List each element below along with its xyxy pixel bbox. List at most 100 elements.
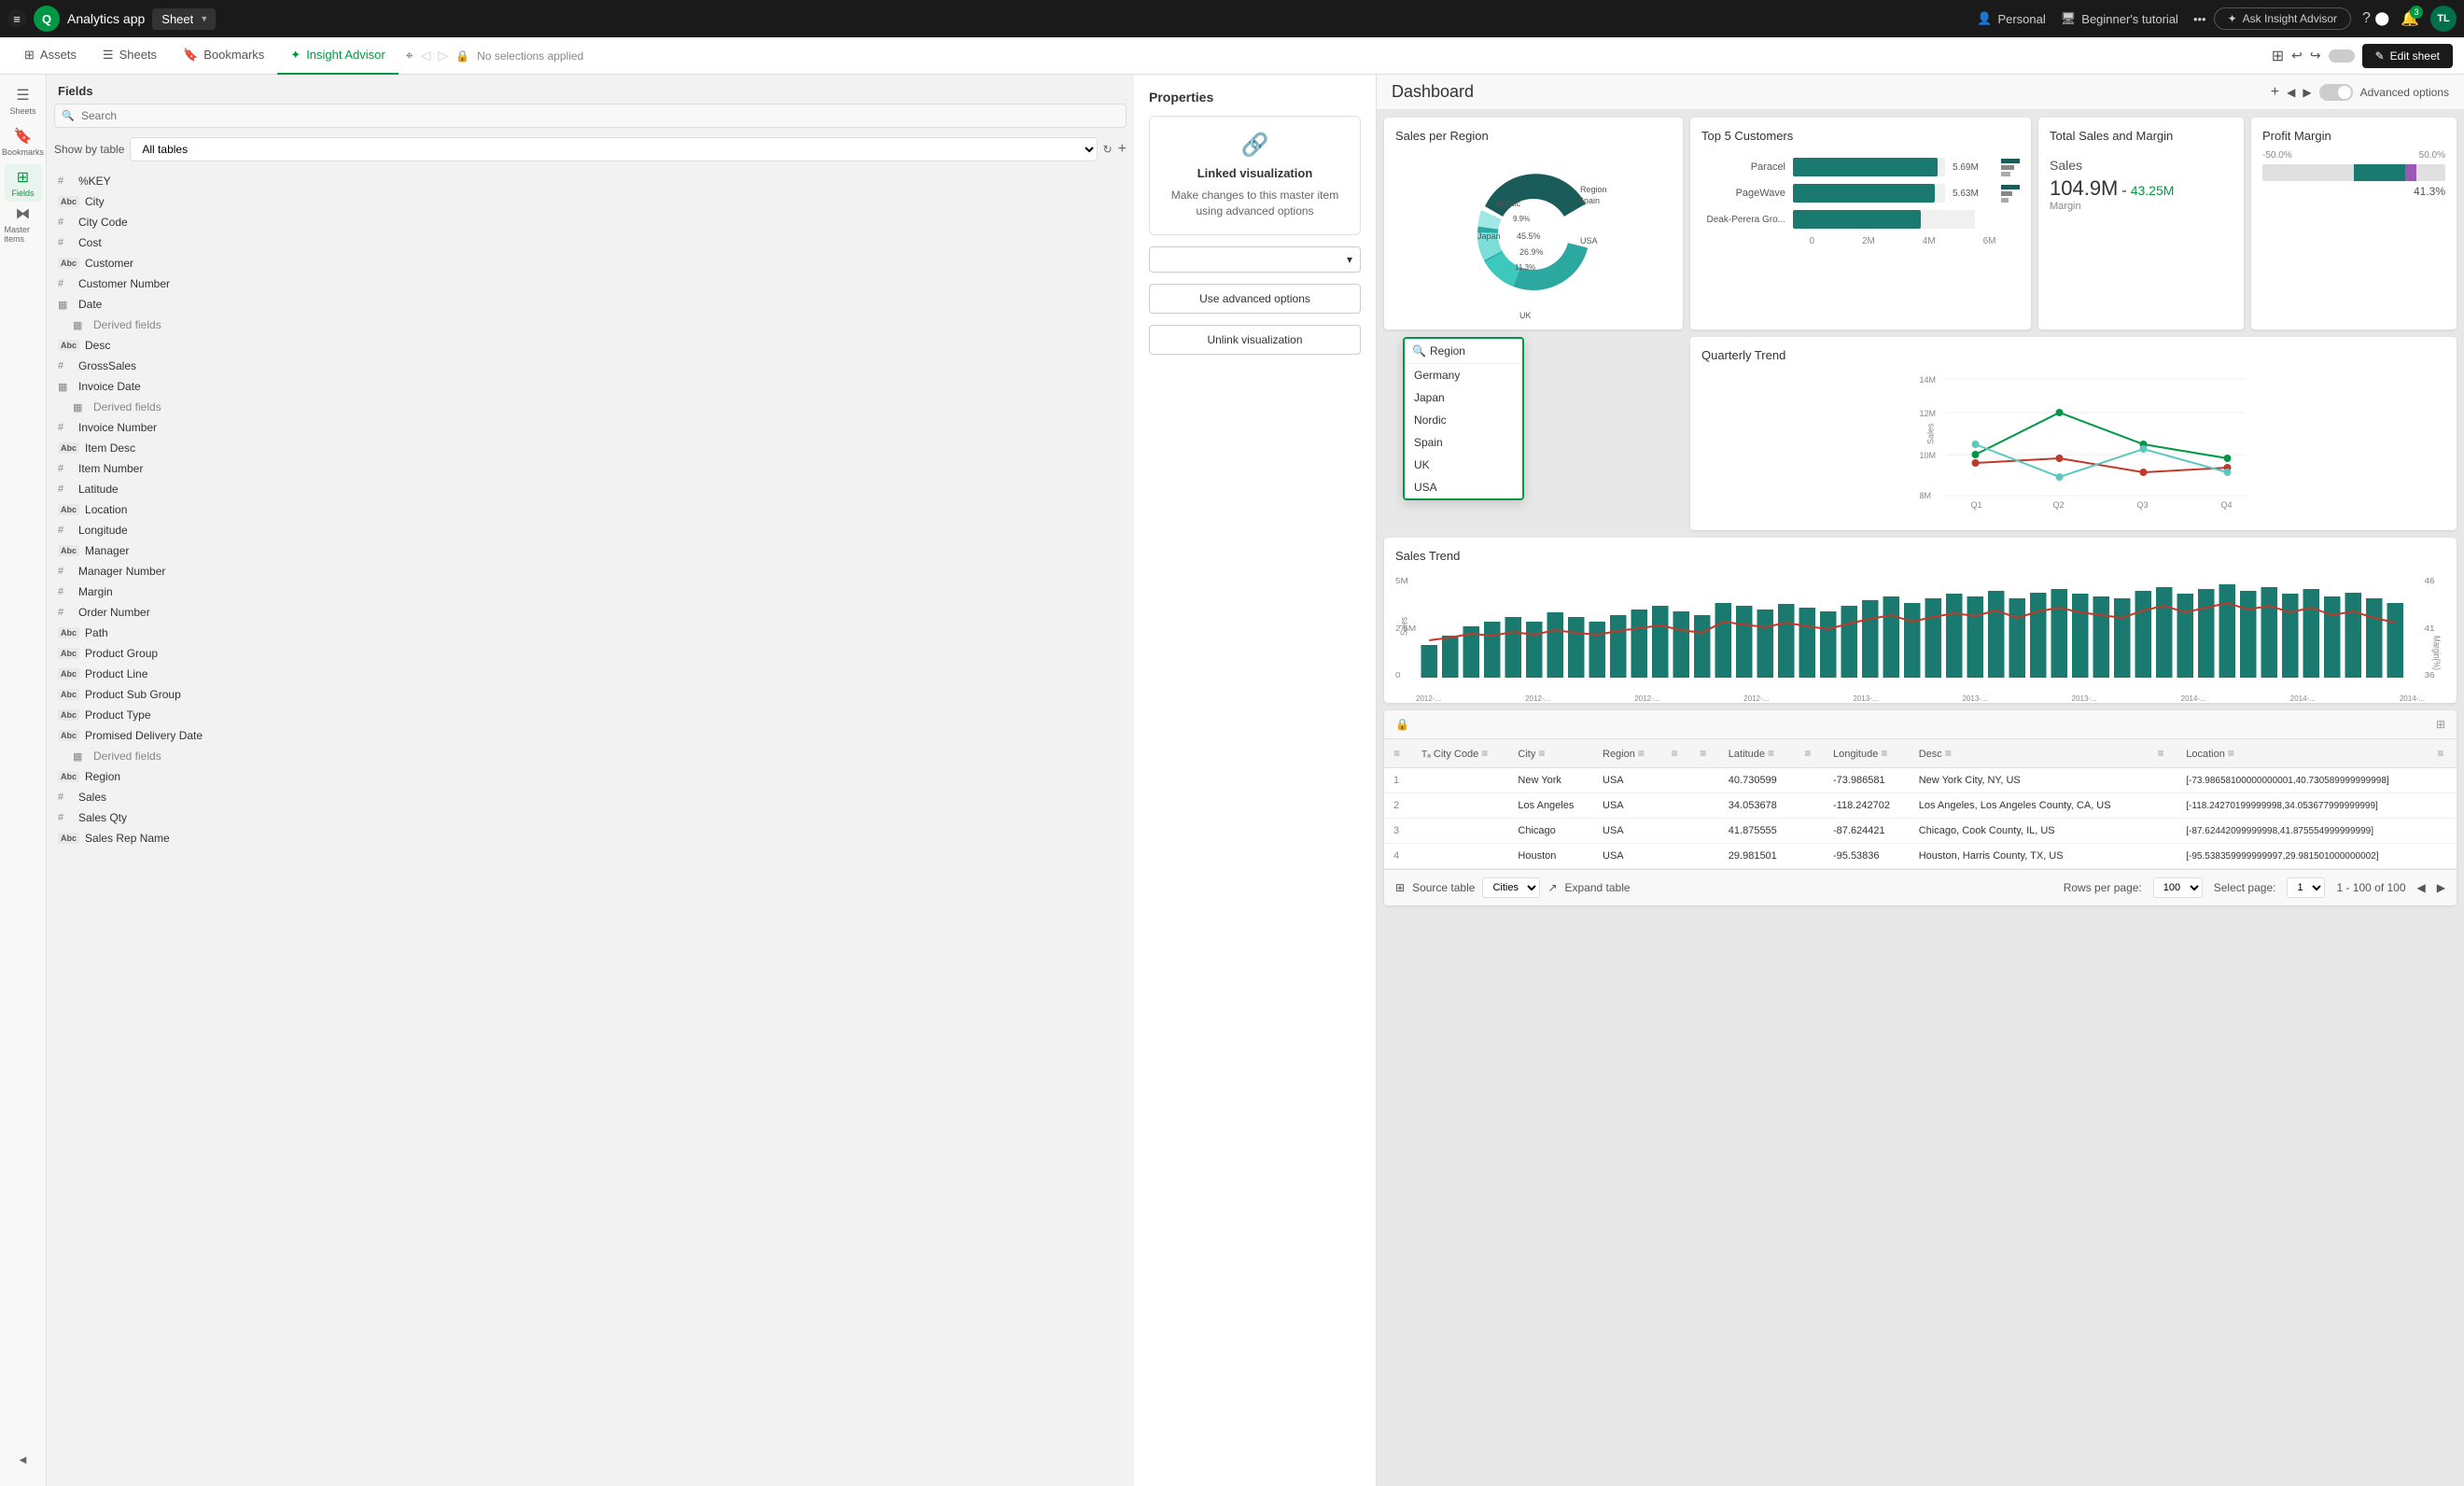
nav-right: ⊞ ↩ ↪ ✎ Edit sheet — [2272, 44, 2453, 68]
col-region-menu[interactable]: ≡ — [1638, 747, 1645, 760]
personal-item[interactable]: 👤 Personal — [1977, 11, 2046, 26]
nav-bookmarks[interactable]: 🔖 Bookmarks — [170, 37, 277, 75]
col-desc-header[interactable]: Desc ≡ — [1910, 739, 2149, 768]
redo-icon[interactable]: ↪ — [2310, 48, 2321, 63]
prev-icon[interactable]: ◀ — [2287, 86, 2295, 99]
field-longitude[interactable]: # Longitude — [47, 520, 1134, 540]
region-nordic[interactable]: Nordic — [1405, 409, 1522, 431]
advanced-toggle[interactable] — [2319, 84, 2353, 101]
col-city-header[interactable]: City ≡ — [1508, 739, 1593, 768]
col-latitude-header[interactable]: Latitude ≡ — [1719, 739, 1796, 768]
region-uk[interactable]: UK — [1405, 454, 1522, 476]
field-customer-number[interactable]: # Customer Number — [47, 273, 1134, 294]
field-invoice-number[interactable]: # Invoice Number — [47, 417, 1134, 438]
sidebar-sheets-icon[interactable]: ☰ Sheets — [5, 82, 42, 119]
region-germany[interactable]: Germany — [1405, 364, 1522, 386]
field-margin[interactable]: # Margin — [47, 582, 1134, 602]
sidebar-master-icon[interactable]: ⧓ Master items — [5, 205, 42, 243]
source-table-select[interactable]: Cities — [1482, 877, 1540, 898]
add-icon[interactable]: + — [2271, 84, 2279, 101]
sheet-dropdown[interactable]: Sheet — [152, 8, 216, 30]
rows-per-page-select[interactable]: 100 — [2153, 877, 2203, 898]
sheet-dropdown-wrap[interactable]: Sheet — [152, 8, 216, 30]
sidebar-collapse-icon[interactable]: ◀ — [5, 1441, 42, 1479]
field-product-type[interactable]: Abc Product Type — [47, 705, 1134, 725]
add-field-icon[interactable]: + — [1118, 141, 1127, 158]
table-row: 3 Chicago USA 41.875555 -87.624421 Chica… — [1384, 819, 2457, 844]
field-derived-3[interactable]: ▦ Derived fields — [62, 746, 1134, 766]
field-item-desc[interactable]: Abc Item Desc — [47, 438, 1134, 458]
field-region[interactable]: Abc Region — [47, 766, 1134, 787]
col-longitude-header[interactable]: Longitude ≡ — [1824, 739, 1910, 768]
field-gross-sales[interactable]: # GrossSales — [47, 356, 1134, 376]
field-key[interactable]: # %KEY — [47, 171, 1134, 191]
field-sales-qty[interactable]: # Sales Qty — [47, 807, 1134, 828]
field-path[interactable]: Abc Path — [47, 623, 1134, 643]
field-sales-rep[interactable]: Abc Sales Rep Name — [47, 828, 1134, 848]
tutorial-item[interactable]: 🖥 Beginner's tutorial — [2061, 11, 2178, 26]
insight-advisor-btn[interactable]: ✦ Ask Insight Advisor — [2214, 7, 2351, 30]
field-order-number[interactable]: # Order Number — [47, 602, 1134, 623]
field-date[interactable]: ▦ Date — [47, 294, 1134, 315]
field-item-number[interactable]: # Item Number — [47, 458, 1134, 479]
field-customer[interactable]: Abc Customer — [47, 253, 1134, 273]
field-product-sub-group[interactable]: Abc Product Sub Group — [47, 684, 1134, 705]
field-cost[interactable]: # Cost — [47, 232, 1134, 253]
field-latitude[interactable]: # Latitude — [47, 479, 1134, 499]
page-select[interactable]: 1 — [2287, 877, 2325, 898]
field-product-group[interactable]: Abc Product Group — [47, 643, 1134, 664]
grid-icon[interactable]: ⊞ — [2272, 47, 2284, 65]
fields-search-input[interactable] — [54, 104, 1127, 128]
field-city[interactable]: Abc City — [47, 191, 1134, 212]
next-page-icon[interactable]: ▶ — [2437, 881, 2445, 894]
col-lat-menu[interactable]: ≡ — [1768, 747, 1774, 760]
sidebar-bookmarks-icon[interactable]: 🔖 Bookmarks — [5, 123, 42, 161]
region-japan[interactable]: Japan — [1405, 386, 1522, 409]
undo-icon[interactable]: ↩ — [2291, 48, 2303, 63]
props-dropdown[interactable]: ▾ — [1149, 246, 1361, 273]
field-city-code[interactable]: # City Code — [47, 212, 1134, 232]
toolbar-icon-3[interactable]: ▷ — [438, 48, 448, 63]
col-desc-menu[interactable]: ≡ — [1945, 747, 1952, 760]
unlink-btn[interactable]: Unlink visualization — [1149, 325, 1361, 355]
help-btn[interactable]: ? ⬤ — [2362, 10, 2389, 27]
field-manager[interactable]: Abc Manager — [47, 540, 1134, 561]
field-desc[interactable]: Abc Desc — [47, 335, 1134, 356]
nav-assets[interactable]: ⊞ Assets — [11, 37, 90, 75]
col-city-code-header[interactable]: Tₐ City Code ≡ — [1412, 739, 1508, 768]
more-options[interactable]: ••• — [2193, 12, 2206, 26]
sidebar-fields-icon[interactable]: ⊞ Fields — [5, 164, 42, 202]
col-loc-menu[interactable]: ≡ — [2228, 747, 2234, 760]
field-sales[interactable]: # Sales — [47, 787, 1134, 807]
table-settings-icon[interactable]: ⊞ — [2436, 718, 2445, 731]
field-invoice-date[interactable]: ▦ Invoice Date — [47, 376, 1134, 397]
field-promised-delivery[interactable]: Abc Promised Delivery Date — [47, 725, 1134, 746]
toolbar-icon-2[interactable]: ◁ — [421, 48, 431, 63]
edit-sheet-button[interactable]: ✎ Edit sheet — [2362, 44, 2453, 68]
notification-btn[interactable]: 🔔 3 — [2401, 9, 2419, 28]
field-derived-1[interactable]: ▦ Derived fields — [62, 315, 1134, 335]
col-lon-menu[interactable]: ≡ — [1881, 747, 1887, 760]
col-menu-icon[interactable]: ≡ — [1481, 747, 1488, 760]
col-city-menu[interactable]: ≡ — [1538, 747, 1545, 760]
table-select[interactable]: All tables — [130, 137, 1097, 161]
table-icon: ⊞ — [1395, 881, 1405, 894]
sidebar-icons: ☰ Sheets 🔖 Bookmarks ⊞ Fields ⧓ Master i… — [0, 75, 47, 1486]
nav-insight-advisor[interactable]: ✦ Insight Advisor — [277, 37, 398, 75]
toolbar-icon-1[interactable]: ⌖ — [406, 48, 413, 63]
field-product-line[interactable]: Abc Product Line — [47, 664, 1134, 684]
view-toggle[interactable] — [2329, 49, 2355, 63]
field-derived-2[interactable]: ▦ Derived fields — [62, 397, 1134, 417]
field-location[interactable]: Abc Location — [47, 499, 1134, 520]
region-usa[interactable]: USA — [1405, 476, 1522, 498]
col-location-header[interactable]: Location ≡ — [2177, 739, 2428, 768]
field-manager-number[interactable]: # Manager Number — [47, 561, 1134, 582]
use-advanced-btn[interactable]: Use advanced options — [1149, 284, 1361, 314]
region-spain[interactable]: Spain — [1405, 431, 1522, 454]
nav-sheets[interactable]: ☰ Sheets — [90, 37, 170, 75]
refresh-icon[interactable]: ↻ — [1103, 143, 1113, 156]
prev-page-icon[interactable]: ◀ — [2417, 881, 2426, 894]
col-region-header[interactable]: Region ≡ — [1593, 739, 1662, 768]
user-avatar[interactable]: TL — [2430, 6, 2457, 32]
next-icon[interactable]: ▶ — [2303, 86, 2311, 99]
